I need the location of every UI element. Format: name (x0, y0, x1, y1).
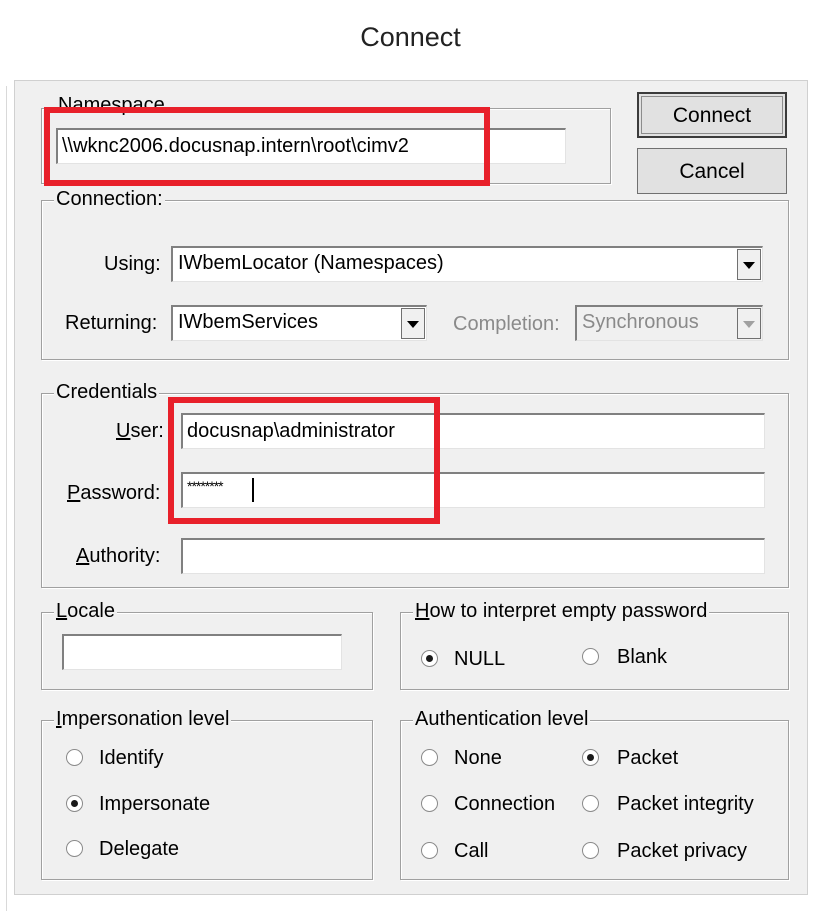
using-label: Using: (104, 253, 161, 275)
radio-null-label: NULL (454, 648, 506, 670)
user-label: User: (116, 420, 164, 442)
returning-select[interactable]: IWbemServices (171, 305, 427, 341)
background-window-edge (0, 0, 7, 911)
completion-label: Completion: (453, 313, 560, 335)
radio-impersonate[interactable] (66, 795, 83, 812)
radio-call[interactable] (421, 842, 438, 859)
connect-button[interactable]: Connect (637, 92, 787, 138)
radio-selected-dot (71, 800, 78, 807)
radio-selected-dot (587, 754, 594, 761)
empty-password-legend: How to interpret empty password (413, 600, 710, 622)
radio-none[interactable] (421, 749, 438, 766)
radio-identify[interactable] (66, 749, 83, 766)
authority-label: Authority: (76, 545, 161, 567)
chevron-down-icon (407, 320, 419, 328)
radio-null[interactable] (421, 650, 438, 667)
radio-identify-label: Identify (99, 747, 164, 769)
password-label: Password: (67, 482, 161, 504)
returning-dropdown-button[interactable] (401, 308, 425, 339)
locale-legend: Locale (54, 600, 117, 622)
radio-packet-integrity-label: Packet integrity (617, 793, 754, 815)
chevron-down-icon (743, 320, 755, 328)
using-select-value: IWbemLocator (Namespaces) (178, 252, 444, 274)
radio-delegate[interactable] (66, 840, 83, 857)
radio-packet-privacy-label: Packet privacy (617, 840, 748, 862)
text-cursor (252, 478, 254, 502)
cancel-button[interactable]: Cancel (637, 148, 787, 194)
returning-select-value: IWbemServices (178, 311, 319, 333)
locale-input[interactable] (62, 634, 342, 670)
user-input[interactable]: docusnap\administrator (181, 413, 765, 449)
chevron-down-icon (743, 261, 755, 269)
impersonation-legend: Impersonation level (54, 708, 232, 730)
dialog-title: Connect (360, 22, 461, 52)
returning-label: Returning: (65, 312, 158, 334)
password-input[interactable]: ******** (181, 472, 765, 508)
namespace-legend: Namespace (56, 94, 167, 116)
radio-connection-label: Connection (454, 793, 556, 815)
radio-packet-integrity[interactable] (582, 795, 599, 812)
radio-none-label: None (454, 747, 502, 769)
radio-call-label: Call (454, 840, 489, 862)
radio-packet-label: Packet (617, 747, 679, 769)
radio-selected-dot (426, 655, 433, 662)
radio-blank-label: Blank (617, 646, 668, 668)
radio-blank[interactable] (582, 648, 599, 665)
connection-legend: Connection: (54, 188, 165, 210)
completion-dropdown-button (737, 308, 761, 339)
radio-impersonate-label: Impersonate (99, 793, 211, 815)
authority-input[interactable] (181, 538, 765, 574)
using-dropdown-button[interactable] (737, 249, 761, 280)
radio-delegate-label: Delegate (99, 838, 180, 860)
completion-select-value: Synchronous (582, 311, 699, 333)
namespace-input[interactable]: \\wknc2006.docusnap.intern\root\cimv2 (56, 128, 566, 164)
authentication-legend: Authentication level (413, 708, 591, 730)
credentials-legend: Credentials (54, 381, 160, 403)
radio-connection[interactable] (421, 795, 438, 812)
completion-select: Synchronous (575, 305, 763, 341)
radio-packet-privacy[interactable] (582, 842, 599, 859)
using-select[interactable]: IWbemLocator (Namespaces) (171, 246, 763, 282)
radio-packet[interactable] (582, 749, 599, 766)
